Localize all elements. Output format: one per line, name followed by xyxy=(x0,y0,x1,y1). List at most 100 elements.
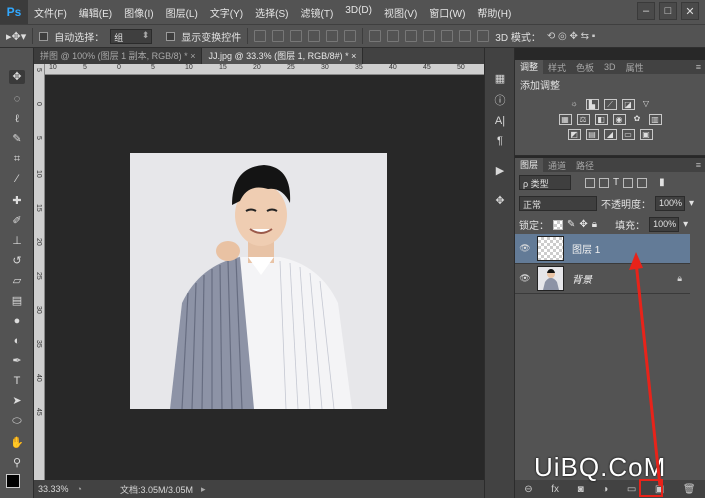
healing-tool-icon[interactable]: ✚ xyxy=(9,194,25,208)
lock-position-icon[interactable]: ✥ xyxy=(579,219,587,230)
minimize-button[interactable]: – xyxy=(637,2,655,20)
hand-tool-icon[interactable]: ✋ xyxy=(9,436,25,450)
vibrance-icon[interactable]: ▽ xyxy=(640,99,653,110)
black-white-icon[interactable]: ◧ xyxy=(594,114,608,125)
zoom-tool-icon[interactable]: ⚲ xyxy=(9,456,25,470)
lock-transparent-icon[interactable] xyxy=(553,219,563,230)
blend-mode-dropdown[interactable]: 正常 xyxy=(519,196,597,211)
panel-menu-icon[interactable]: ≡ xyxy=(696,160,705,170)
menu-item-9[interactable]: 窗口(W) xyxy=(423,5,471,20)
stamp-tool-icon[interactable]: ⊥ xyxy=(9,234,25,248)
move-tool-icon[interactable]: ✥ xyxy=(9,70,25,84)
tab-layers[interactable]: 图层 xyxy=(515,158,544,172)
brush-tool-icon[interactable]: ✐ xyxy=(9,214,25,228)
selective-color-icon[interactable]: ▣ xyxy=(639,129,653,140)
filter-shape-icon[interactable] xyxy=(623,177,634,188)
exposure-icon[interactable]: ◪ xyxy=(621,99,635,110)
lock-pixels-icon[interactable]: ✎ xyxy=(567,219,575,230)
tab-3d[interactable]: 3D xyxy=(599,62,621,72)
menu-item-1[interactable]: 编辑(E) xyxy=(73,5,118,20)
layer-row-background[interactable]: 👁︎ 背景 🔒︎ xyxy=(515,264,690,294)
gradient-map-icon[interactable]: ▭ xyxy=(621,129,635,140)
lock-all-icon[interactable]: 🔒︎ xyxy=(592,219,597,230)
fill-input[interactable]: 100% xyxy=(649,217,680,232)
menu-item-10[interactable]: 帮助(H) xyxy=(471,5,517,20)
tab-styles[interactable]: 样式 xyxy=(543,61,571,74)
auto-align-icon[interactable] xyxy=(477,30,490,42)
hue-saturation-icon[interactable]: ▦ xyxy=(558,114,572,125)
levels-icon[interactable]: ▙ xyxy=(585,99,599,110)
invert-icon[interactable]: ◩ xyxy=(567,129,581,140)
distribute-vcenter-icon[interactable] xyxy=(387,30,400,42)
adjustment-layer-icon[interactable]: ◑ xyxy=(602,484,608,495)
dodge-tool-icon[interactable]: ◐ xyxy=(9,334,25,348)
align-top-icon[interactable] xyxy=(254,30,267,42)
menu-item-4[interactable]: 文字(Y) xyxy=(204,5,249,20)
filter-type-icon[interactable]: T xyxy=(613,177,619,188)
photo-filter-icon[interactable]: ◉ xyxy=(612,114,626,125)
link-layers-icon[interactable]: ⊖ xyxy=(524,484,532,495)
restore-button[interactable]: □ xyxy=(659,2,677,20)
zoom-level[interactable]: 33.33% xyxy=(38,484,69,494)
marquee-tool-icon[interactable]: ◌ xyxy=(9,92,25,106)
shape-tool-icon[interactable]: ⬭ xyxy=(9,414,25,428)
distribute-top-icon[interactable] xyxy=(369,30,382,42)
3d-tools-icon[interactable]: ⟲ ◎ ✥ ⇆ ▪ xyxy=(547,31,596,42)
horizontal-ruler[interactable]: 10 5 0 5 10 15 20 25 30 35 40 45 50 xyxy=(45,64,484,75)
close-tab-icon[interactable]: × xyxy=(190,51,195,61)
align-bottom-icon[interactable] xyxy=(290,30,303,42)
foreground-color-swatch[interactable] xyxy=(6,474,20,488)
distribute-right-icon[interactable] xyxy=(459,30,472,42)
align-right-icon[interactable] xyxy=(344,30,357,42)
menu-item-0[interactable]: 文件(F) xyxy=(28,5,73,20)
quick-select-tool-icon[interactable]: ✎ xyxy=(9,132,25,146)
menu-item-8[interactable]: 视图(V) xyxy=(378,5,423,20)
color-lookup-icon[interactable]: ▥ xyxy=(648,114,662,125)
tab-jj[interactable]: JJ.jpg @ 33.3% (图层 1, RGB/8#) * × xyxy=(202,48,364,64)
vertical-ruler[interactable]: 5 0 5 10 15 20 25 30 35 40 45 xyxy=(34,64,45,480)
new-layer-icon[interactable]: ▣ xyxy=(655,484,664,495)
history-icon[interactable]: ▦ xyxy=(493,72,507,86)
auto-select-checkbox[interactable] xyxy=(39,31,49,41)
info-icon[interactable]: ⓘ xyxy=(493,94,507,108)
filter-smart-icon[interactable] xyxy=(637,177,648,188)
align-vcenter-icon[interactable] xyxy=(272,30,285,42)
gradient-tool-icon[interactable]: ▤ xyxy=(9,294,25,308)
move-tool-icon[interactable]: ▸✥▾ xyxy=(6,30,26,43)
eyedropper-tool-icon[interactable]: ⁄ xyxy=(9,172,25,186)
new-group-icon[interactable]: ▭ xyxy=(627,484,636,495)
opacity-input[interactable]: 100% xyxy=(655,196,685,211)
crop-tool-icon[interactable]: ⌗ xyxy=(9,152,25,166)
menu-item-6[interactable]: 滤镜(T) xyxy=(295,5,340,20)
path-select-tool-icon[interactable]: ➤ xyxy=(9,394,25,408)
menu-item-2[interactable]: 图像(I) xyxy=(118,5,159,20)
visibility-eye-icon[interactable]: 👁︎ xyxy=(515,273,535,284)
tab-pintu[interactable]: 拼图 @ 100% (图层 1 副本, RGB/8) * × xyxy=(34,48,203,64)
paragraph-icon[interactable]: ¶ xyxy=(493,134,507,148)
layer-filter-dropdown[interactable]: ρ 类型 xyxy=(519,175,571,190)
pen-tool-icon[interactable]: ✒ xyxy=(9,354,25,368)
status-icon[interactable]: ◔ xyxy=(77,484,82,494)
curves-icon[interactable]: ⟋ xyxy=(603,99,617,110)
auto-select-dropdown[interactable]: 组 xyxy=(110,28,153,44)
layer-mask-icon[interactable]: ◙ xyxy=(578,484,584,495)
brightness-icon[interactable]: ☼ xyxy=(568,99,581,110)
menu-item-7[interactable]: 3D(D) xyxy=(339,5,378,20)
show-transform-checkbox[interactable] xyxy=(166,31,176,41)
layer-row-layer1[interactable]: 👁︎ 图层 1 xyxy=(515,234,690,264)
visibility-eye-icon[interactable]: 👁︎ xyxy=(515,243,535,254)
layer-style-icon[interactable]: fx xyxy=(551,484,559,495)
tab-channels[interactable]: 通道 xyxy=(543,159,571,172)
layer-name[interactable]: 背景 xyxy=(572,271,592,286)
delete-layer-icon[interactable]: 🗑︎ xyxy=(683,484,696,495)
filter-toggle-icon[interactable]: ▮ xyxy=(659,177,665,188)
color-balance-icon[interactable]: ⚖ xyxy=(576,114,590,125)
channel-mixer-icon[interactable]: ✿ xyxy=(631,114,644,125)
fill-slider-icon[interactable]: ▾ xyxy=(683,219,688,230)
threshold-icon[interactable]: ◢ xyxy=(603,129,617,140)
actions-icon[interactable]: ▶ xyxy=(493,164,507,178)
tab-adjustments[interactable]: 调整 xyxy=(515,60,544,74)
close-button[interactable]: ✕ xyxy=(681,2,699,20)
canvas-area[interactable] xyxy=(45,75,484,480)
align-hcenter-icon[interactable] xyxy=(326,30,339,42)
